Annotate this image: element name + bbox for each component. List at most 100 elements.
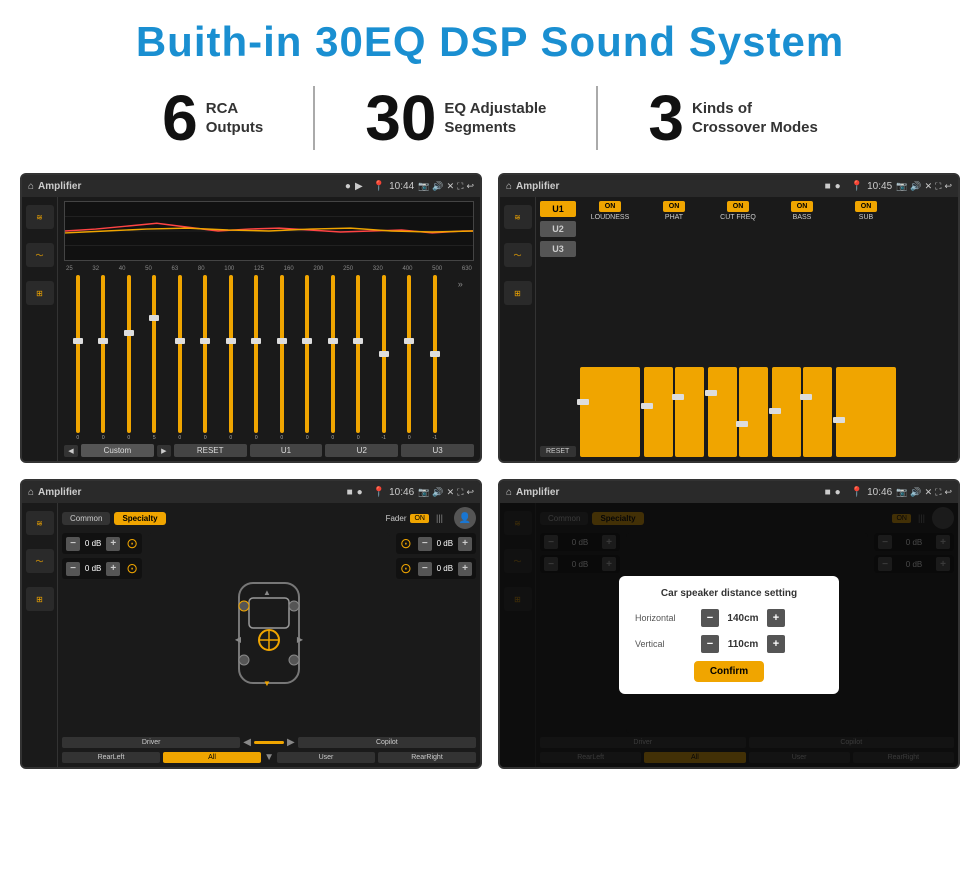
screen-crossover: ⌂ Amplifier ■ ● 📍 10:45 📷 🔊 ✕ ⛶ ↩ ≋ 〜 ⊞ (498, 173, 960, 463)
bass-on-btn[interactable]: ON (791, 201, 814, 212)
camera-icon[interactable]: 📷 (418, 181, 429, 192)
stats-row: 6 RCAOutputs 30 EQ AdjustableSegments 3 … (0, 76, 980, 165)
dialog-overlay: Car speaker distance setting Horizontal … (500, 503, 958, 767)
db-value-1: 0 dB (82, 539, 104, 548)
fader-bottom-row: Driver ◀ ▶ Copilot (62, 737, 476, 748)
eq-sidebar-btn3[interactable]: ⊞ (26, 281, 54, 305)
eq-u1-btn[interactable]: U1 (250, 444, 323, 457)
fader-sliders-icon: ||| (433, 513, 446, 523)
db-minus-1[interactable]: − (66, 537, 80, 551)
fader-rearleft-btn[interactable]: RearLeft (62, 752, 160, 763)
xover-home-icon[interactable]: ⌂ (506, 181, 512, 192)
fader-right-controls: ⊙ − 0 dB + ⊙ − 0 dB + (396, 533, 476, 733)
location-icon: 📍 (373, 181, 385, 192)
eq-prev-btn[interactable]: ◀ (64, 445, 78, 457)
xover-main: U1 U2 U3 RESET ON LOUDNESS (536, 197, 958, 461)
xover-u1-btn[interactable]: U1 (540, 201, 576, 217)
close-icon[interactable]: ✕ (447, 181, 455, 192)
db-plus-4[interactable]: + (458, 562, 472, 576)
fader-speaker-map: ▼ ▲ ◀ ▶ (148, 533, 390, 733)
back-icon[interactable]: ↩ (466, 181, 474, 192)
fader-driver-btn[interactable]: Driver (62, 737, 240, 748)
stat-eq-number: 30 (365, 86, 436, 150)
vertical-minus-btn[interactable]: − (701, 635, 719, 653)
eq-next-btn[interactable]: ▶ (157, 445, 171, 457)
vertical-plus-btn[interactable]: + (767, 635, 785, 653)
xover-u3-btn[interactable]: U3 (540, 241, 576, 257)
play-icon[interactable]: ▶ (355, 181, 363, 192)
svg-text:▲: ▲ (263, 588, 271, 597)
xover-u2-btn[interactable]: U2 (540, 221, 576, 237)
dot-icon: ● (345, 181, 351, 192)
db-value-3: 0 dB (434, 539, 456, 548)
eq-sidebar-btn1[interactable]: ≋ (26, 205, 54, 229)
screen-dialog: ⌂ Amplifier ■ ● 📍 10:46 📷 🔊 ✕ ⛶ ↩ ≋ 〜 ⊞ (498, 479, 960, 769)
eq-u3-btn[interactable]: U3 (401, 444, 474, 457)
xover-sidebar-btn1[interactable]: ≋ (504, 205, 532, 229)
eq-graph (64, 201, 474, 261)
expand-icon[interactable]: ⛶ (457, 181, 463, 192)
stat-rca-number: 6 (162, 86, 198, 150)
stat-rca-label: RCAOutputs (206, 99, 264, 138)
fader-topbar: ⌂ Amplifier ■ ● 📍 10:46 📷 🔊 ✕ ⛶ ↩ (22, 481, 480, 503)
db-minus-3[interactable]: − (418, 537, 432, 551)
dialog-topbar: ⌂ Amplifier ■ ● 📍 10:46 📷 🔊 ✕ ⛶ ↩ (500, 481, 958, 503)
eq-sidebar-btn2[interactable]: 〜 (26, 243, 54, 267)
volume-icon[interactable]: 🔊 (432, 181, 443, 192)
xover-sidebar-btn2[interactable]: 〜 (504, 243, 532, 267)
horizontal-minus-btn[interactable]: − (701, 609, 719, 627)
fader-all-btn[interactable]: All (163, 752, 261, 763)
svg-text:◀: ◀ (235, 635, 242, 644)
confirm-button[interactable]: Confirm (694, 661, 764, 682)
home-icon[interactable]: ⌂ (28, 181, 34, 192)
speaker-distance-dialog: Car speaker distance setting Horizontal … (619, 576, 839, 694)
vertical-label: Vertical (635, 639, 695, 649)
stat-eq-label: EQ AdjustableSegments (444, 99, 546, 138)
fader-arrow-right-icon: ▶ (287, 737, 295, 748)
fader-sidebar-btn1[interactable]: ≋ (26, 511, 54, 535)
speaker-icon-3: ⊙ (400, 535, 412, 552)
fader-copilot-btn[interactable]: Copilot (298, 737, 476, 748)
fader-home-icon[interactable]: ⌂ (28, 487, 34, 498)
eq-time: 10:44 (389, 181, 414, 192)
vertical-row: Vertical − 110cm + (635, 635, 823, 653)
phat-on-btn[interactable]: ON (663, 201, 686, 212)
fader-avatar: 👤 (454, 507, 476, 529)
screen-fader: ⌂ Amplifier ■ ● 📍 10:46 📷 🔊 ✕ ⛶ ↩ ≋ 〜 ⊞ (20, 479, 482, 769)
horizontal-plus-btn[interactable]: + (767, 609, 785, 627)
db-plus-1[interactable]: + (106, 537, 120, 551)
fader-sidebar-btn2[interactable]: 〜 (26, 549, 54, 573)
stat-rca: 6 RCAOutputs (112, 86, 315, 150)
page-title: Buith-in 30EQ DSP Sound System (20, 18, 960, 66)
xover-content: ≋ 〜 ⊞ U1 U2 U3 RESET ON LOUDNESS (500, 197, 958, 461)
sub-on-btn[interactable]: ON (855, 201, 878, 212)
stat-crossover-number: 3 (648, 86, 684, 150)
db-value-2: 0 dB (82, 564, 104, 573)
fader-tab-common[interactable]: Common (62, 512, 110, 525)
xover-ch-loudness: ON LOUDNESS (580, 201, 640, 457)
xover-sidebar-btn3[interactable]: ⊞ (504, 281, 532, 305)
fader-db-control-4: ⊙ − 0 dB + (396, 558, 476, 579)
fader-sidebar-btn3[interactable]: ⊞ (26, 587, 54, 611)
eq-reset-btn[interactable]: RESET (174, 444, 247, 457)
db-minus-4[interactable]: − (418, 562, 432, 576)
eq-u2-btn[interactable]: U2 (325, 444, 398, 457)
fader-rearright-btn[interactable]: RearRight (378, 752, 476, 763)
cutfreq-on-btn[interactable]: ON (727, 201, 750, 212)
horizontal-value: 140cm (723, 613, 763, 624)
db-plus-2[interactable]: + (106, 562, 120, 576)
fader-tabs: Common Specialty Fader ON ||| 👤 (62, 507, 476, 529)
loudness-on-btn[interactable]: ON (599, 201, 622, 212)
db-plus-3[interactable]: + (458, 537, 472, 551)
eq-custom-btn[interactable]: Custom (81, 444, 154, 457)
fader-db-control-1: − 0 dB + ⊙ (62, 533, 142, 554)
eq-bottom-bar: ◀ Custom ▶ RESET U1 U2 U3 (64, 441, 474, 457)
fader-title: Amplifier (38, 487, 343, 498)
db-minus-2[interactable]: − (66, 562, 80, 576)
dialog-home-icon[interactable]: ⌂ (506, 487, 512, 498)
fader-db-control-3: ⊙ − 0 dB + (396, 533, 476, 554)
fader-tab-specialty[interactable]: Specialty (114, 512, 165, 525)
xover-reset-btn[interactable]: RESET (540, 446, 576, 457)
screen-eq: ⌂ Amplifier ● ▶ 📍 10:44 📷 🔊 ✕ ⛶ ↩ ≋ 〜 ⊞ (20, 173, 482, 463)
fader-user-btn[interactable]: User (277, 752, 375, 763)
